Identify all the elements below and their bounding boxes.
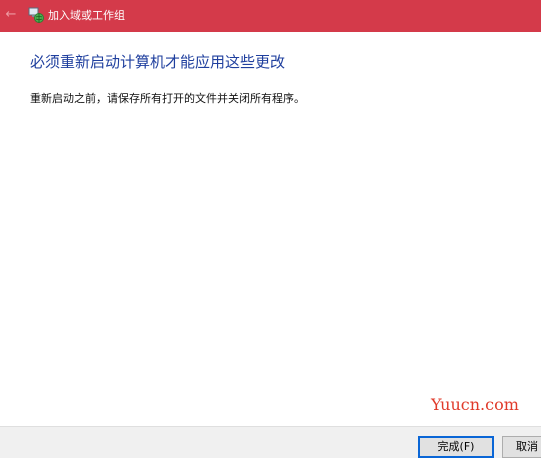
title-bar: ← 加入域或工作组: [0, 0, 541, 32]
cancel-button[interactable]: 取消: [502, 436, 541, 458]
network-globe-icon: [28, 7, 44, 23]
restart-required-heading: 必须重新启动计算机才能应用这些更改: [30, 53, 286, 71]
dialog-footer: 完成(F) 取消: [0, 426, 541, 458]
window-title: 加入域或工作组: [48, 9, 125, 22]
watermark-text: Yuucn.com: [431, 395, 519, 414]
restart-instruction-text: 重新启动之前，请保存所有打开的文件并关闭所有程序。: [30, 92, 305, 105]
dialog-content: 必须重新启动计算机才能应用这些更改 重新启动之前，请保存所有打开的文件并关闭所有…: [0, 32, 541, 426]
finish-button[interactable]: 完成(F): [418, 436, 494, 458]
back-arrow-icon[interactable]: ←: [2, 5, 20, 25]
